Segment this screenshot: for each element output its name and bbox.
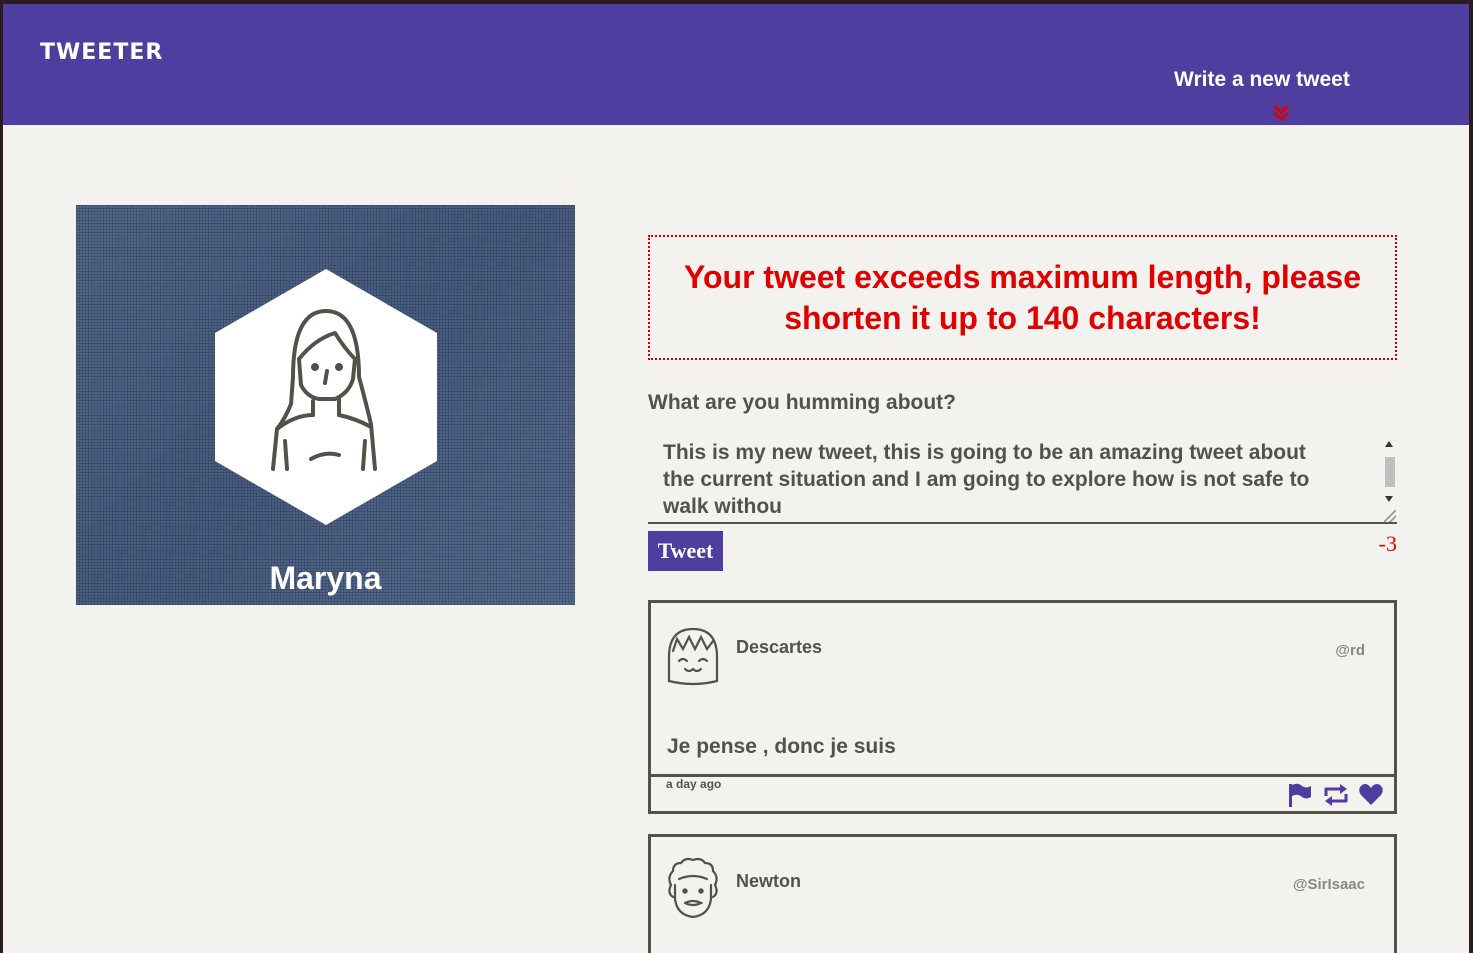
- tweet-author-name[interactable]: Newton: [736, 871, 801, 892]
- user-avatar: [215, 269, 437, 525]
- character-counter: -3: [1378, 531, 1397, 556]
- app-logo[interactable]: TWEETER: [40, 40, 163, 65]
- retweet-icon[interactable]: [1322, 782, 1348, 808]
- scroll-down-arrow-icon[interactable]: [1385, 496, 1393, 502]
- write-new-tweet-toggle[interactable]: Write a new tweet: [1174, 68, 1350, 92]
- tweet-author-handle[interactable]: @rd: [1335, 642, 1365, 659]
- tweet-text-input[interactable]: [648, 434, 1397, 524]
- tweet-avatar: [663, 855, 723, 923]
- tweet-content: Je pense , donc je suis: [667, 735, 896, 758]
- tweet-actions: [1286, 782, 1384, 808]
- tweet-footer: a day ago: [651, 774, 1394, 811]
- tweet-timestamp: a day ago: [666, 777, 722, 791]
- error-message: Your tweet exceeds maximum length, pleas…: [648, 235, 1397, 360]
- scroll-thumb[interactable]: [1385, 457, 1395, 487]
- compose-label: What are you humming about?: [648, 391, 956, 414]
- flag-icon[interactable]: [1286, 782, 1312, 808]
- tweet-author-handle[interactable]: @SirIsaac: [1293, 876, 1365, 893]
- tweet-submit-button[interactable]: Tweet: [648, 531, 723, 571]
- heart-icon[interactable]: [1358, 782, 1384, 808]
- page: TWEETER Write a new tweet Maryna Your tw…: [3, 4, 1469, 953]
- error-text: Your tweet exceeds maximum length, pleas…: [684, 258, 1361, 336]
- tweet-card: Descartes @rd Je pense , donc je suis a …: [648, 600, 1397, 814]
- profile-name: Maryna: [269, 560, 382, 596]
- resize-handle-icon[interactable]: [1384, 510, 1396, 522]
- tweet-author-name[interactable]: Descartes: [736, 637, 822, 658]
- tweet-avatar: [663, 621, 723, 689]
- scroll-up-arrow-icon[interactable]: [1385, 441, 1393, 447]
- chevron-double-down-icon[interactable]: [1271, 102, 1291, 124]
- tweet-card: Newton @SirIsaac: [648, 834, 1397, 953]
- profile-card: Maryna: [76, 205, 575, 605]
- top-navbar: TWEETER Write a new tweet: [3, 4, 1469, 125]
